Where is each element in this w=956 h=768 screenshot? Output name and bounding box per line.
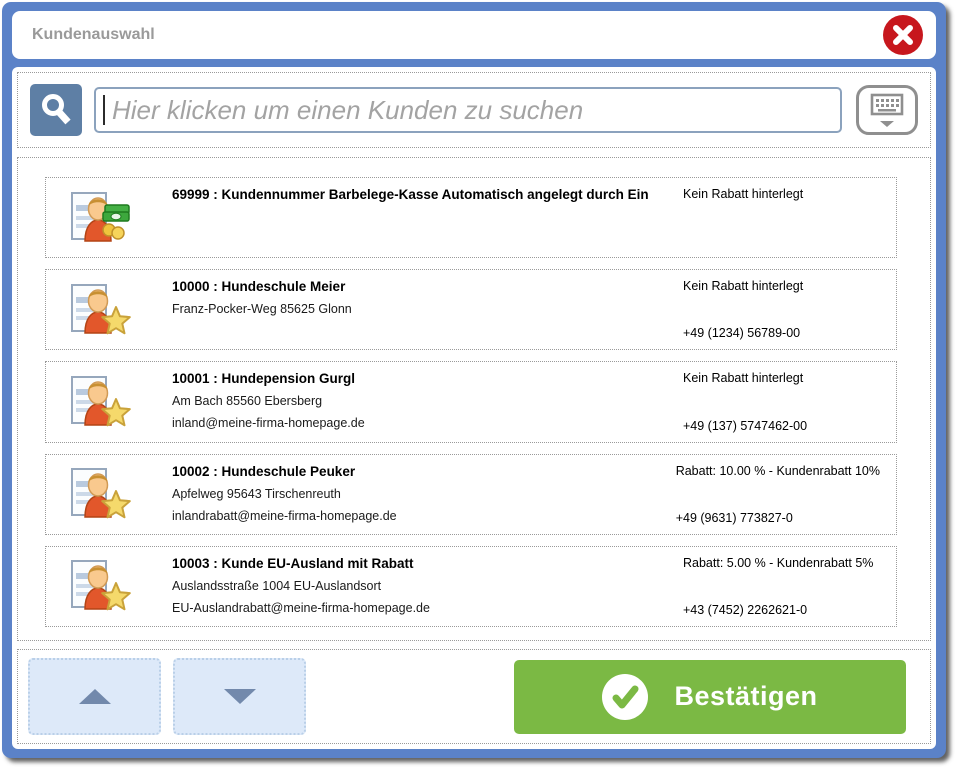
customer-row[interactable]: 10001 : Hundepension Gurgl Am Bach 85560… (45, 361, 897, 442)
row-icon-wrap (68, 187, 132, 248)
customer-email: inland@meine-firma-homepage.de (172, 416, 683, 430)
search-input[interactable] (94, 87, 842, 133)
row-right: Rabatt: 10.00 % - Kundenrabatt 10% +49 (… (676, 464, 880, 525)
customer-title: 10002 : Hundeschule Peuker (172, 464, 676, 479)
customer-discount: Kein Rabatt hinterlegt (683, 187, 803, 201)
customer-phone: +49 (1234) 56789-00 (683, 326, 800, 340)
text-caret (103, 95, 105, 125)
customer-email: inlandrabatt@meine-firma-homepage.de (172, 509, 676, 523)
row-icon-wrap (68, 371, 132, 432)
customer-phone: +49 (137) 5747462-00 (683, 419, 807, 433)
customer-cash-icon (68, 189, 132, 247)
arrow-down-icon (224, 689, 256, 704)
customer-title: 10001 : Hundepension Gurgl (172, 371, 683, 386)
confirm-label: Bestätigen (674, 681, 817, 712)
row-main: 69999 : Kundennummer Barbelege-Kasse Aut… (132, 187, 683, 248)
customer-row[interactable]: 10002 : Hundeschule Peuker Apfelweg 9564… (45, 454, 897, 535)
customer-title: 10000 : Hundeschule Meier (172, 279, 683, 294)
row-icon-wrap (68, 279, 132, 340)
keyboard-button[interactable] (856, 85, 918, 135)
row-main: 10002 : Hundeschule Peuker Apfelweg 9564… (132, 464, 676, 525)
checkmark-icon (602, 674, 648, 720)
customer-title: 10003 : Kunde EU-Ausland mit Rabatt (172, 556, 683, 571)
customer-address: Franz-Pocker-Weg 85625 Glonn (172, 302, 683, 316)
customer-discount: Kein Rabatt hinterlegt (683, 279, 803, 293)
search-button[interactable] (30, 84, 82, 136)
close-button[interactable] (883, 15, 923, 55)
confirm-button[interactable]: Bestätigen (514, 660, 906, 734)
search-section (17, 72, 931, 148)
search-icon (37, 91, 75, 129)
row-icon-wrap (68, 464, 132, 525)
row-right: Rabatt: 5.00 % - Kundenrabatt 5% +43 (74… (683, 556, 880, 617)
row-icon-wrap (68, 556, 132, 617)
keyboard-icon (866, 90, 908, 130)
row-right: Kein Rabatt hinterlegt (683, 187, 880, 248)
customer-address: Am Bach 85560 Ebersberg (172, 394, 683, 408)
customer-star-icon (68, 465, 132, 523)
scroll-down-button[interactable] (173, 658, 306, 735)
close-icon (890, 22, 916, 48)
customer-discount: Rabatt: 10.00 % - Kundenrabatt 10% (676, 464, 880, 478)
scroll-up-button[interactable] (28, 658, 161, 735)
row-right: Kein Rabatt hinterlegt +49 (137) 5747462… (683, 371, 880, 432)
customer-discount: Rabatt: 5.00 % - Kundenrabatt 5% (683, 556, 873, 570)
customer-address: Apfelweg 95643 Tirschenreuth (172, 487, 676, 501)
customer-star-icon (68, 373, 132, 431)
customer-phone: +49 (9631) 773827-0 (676, 511, 793, 525)
footer-section: Bestätigen (17, 649, 931, 744)
customer-row[interactable]: 10003 : Kunde EU-Ausland mit Rabatt Ausl… (45, 546, 897, 627)
customer-discount: Kein Rabatt hinterlegt (683, 371, 803, 385)
customer-address: Auslandsstraße 1004 EU-Auslandsort (172, 579, 683, 593)
customer-star-icon (68, 557, 132, 615)
customer-star-icon (68, 281, 132, 339)
dialog-content: 69999 : Kundennummer Barbelege-Kasse Aut… (12, 67, 936, 749)
row-right: Kein Rabatt hinterlegt +49 (1234) 56789-… (683, 279, 880, 340)
customer-selection-dialog: Kundenauswahl (2, 2, 946, 758)
search-input-wrap (94, 87, 842, 133)
titlebar: Kundenauswahl (12, 11, 936, 59)
customer-title: 69999 : Kundennummer Barbelege-Kasse Aut… (172, 187, 683, 202)
customer-phone: +43 (7452) 2262621-0 (683, 603, 807, 617)
window-title: Kundenauswahl (32, 26, 155, 44)
customer-email: EU-Auslandrabatt@meine-firma-homepage.de (172, 601, 683, 615)
customer-row[interactable]: 10000 : Hundeschule Meier Franz-Pocker-W… (45, 269, 897, 350)
row-main: 10000 : Hundeschule Meier Franz-Pocker-W… (132, 279, 683, 340)
customer-row[interactable]: 69999 : Kundennummer Barbelege-Kasse Aut… (45, 177, 897, 258)
row-main: 10001 : Hundepension Gurgl Am Bach 85560… (132, 371, 683, 432)
customer-list: 69999 : Kundennummer Barbelege-Kasse Aut… (17, 157, 931, 641)
row-main: 10003 : Kunde EU-Ausland mit Rabatt Ausl… (132, 556, 683, 617)
arrow-up-icon (79, 689, 111, 704)
